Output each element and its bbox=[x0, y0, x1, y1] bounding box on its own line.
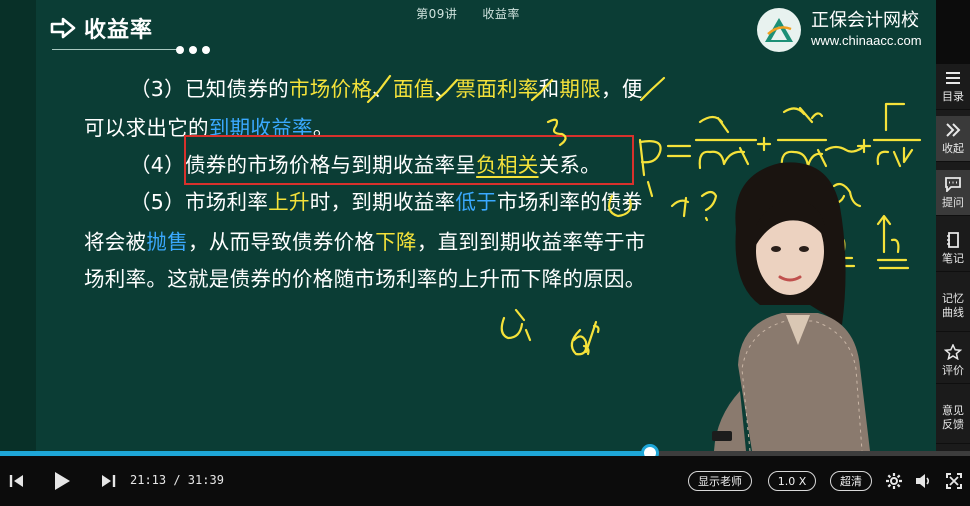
volume-icon[interactable] bbox=[914, 472, 932, 490]
notebook-icon bbox=[947, 231, 959, 248]
sidebar-item-label-line2: 反馈 bbox=[942, 417, 964, 431]
previous-icon[interactable] bbox=[9, 473, 25, 489]
sidebar-item-question[interactable]: 提问 bbox=[936, 170, 970, 216]
quality-button[interactable]: 超清 bbox=[830, 471, 872, 491]
list-icon bbox=[946, 71, 960, 84]
sidebar-item-label: 提问 bbox=[942, 195, 964, 209]
time-display: 21:13 / 31:39 bbox=[130, 473, 224, 487]
sidebar-item-rating[interactable]: 评价 bbox=[936, 338, 970, 384]
sidebar-item-catalog[interactable]: 目录 bbox=[936, 64, 970, 110]
playback-speed-button[interactable]: 1.0 X bbox=[768, 471, 816, 491]
sidebar-item-label: 收起 bbox=[942, 141, 964, 155]
chat-bubble-icon bbox=[945, 176, 961, 192]
sidebar-item-label: 记忆 bbox=[942, 291, 964, 305]
video-stage[interactable]: 第09讲 收益率 收益率 正保会计网校 www.chinaacc.com （3）… bbox=[0, 0, 936, 452]
show-teacher-button[interactable]: 显示老师 bbox=[688, 471, 752, 491]
sidebar-item-notes[interactable]: 笔记 bbox=[936, 226, 970, 272]
sidebar-item-feedback[interactable]: 意见 反馈 bbox=[936, 392, 970, 444]
gear-icon[interactable] bbox=[885, 472, 903, 490]
sidebar-item-collapse[interactable]: 收起 bbox=[936, 116, 970, 162]
star-icon bbox=[944, 343, 962, 360]
presenter-video bbox=[712, 162, 870, 452]
sidebar-item-label: 目录 bbox=[942, 89, 964, 103]
sidebar-item-label: 评价 bbox=[942, 363, 964, 377]
control-bar: 21:13 / 31:39 显示老师 1.0 X 超清 bbox=[0, 456, 970, 506]
sidebar-top-spacer bbox=[936, 0, 970, 64]
sidebar-item-label: 笔记 bbox=[942, 251, 964, 265]
next-icon[interactable] bbox=[100, 473, 116, 489]
sidebar-item-label-line2: 曲线 bbox=[942, 305, 964, 319]
fullscreen-icon[interactable] bbox=[945, 472, 963, 490]
double-chevron-right-icon bbox=[946, 122, 961, 137]
sidebar-item-memory-curve[interactable]: 记忆 曲线 bbox=[936, 280, 970, 332]
play-icon[interactable] bbox=[52, 470, 72, 492]
sidebar-item-label: 意见 bbox=[942, 403, 964, 417]
side-panel: 目录 收起 提问 笔记 记忆 曲线 评价 意见 反馈 bbox=[936, 64, 970, 452]
